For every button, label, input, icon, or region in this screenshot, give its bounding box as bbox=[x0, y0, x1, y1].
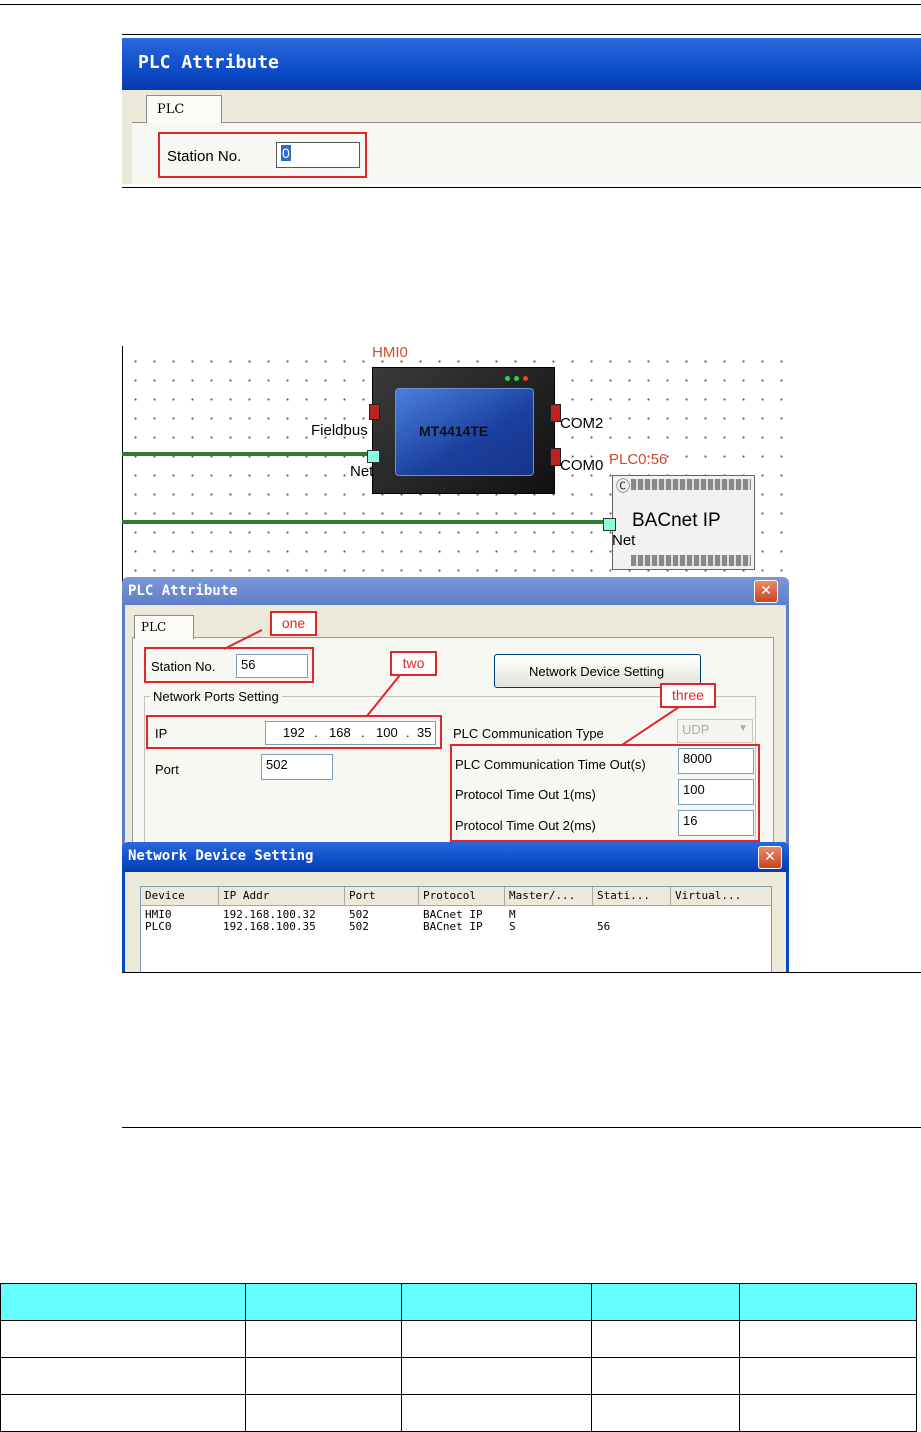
plc-name: PLC0:56 bbox=[609, 451, 668, 468]
callout-two-pointer bbox=[366, 669, 405, 717]
dialog-title: PLC Attribute bbox=[138, 52, 279, 73]
dialog-title: Network Device Setting bbox=[128, 848, 314, 864]
hmi-name: HMI0 bbox=[372, 346, 408, 361]
plc-logo-icon: Ⓒ bbox=[616, 478, 630, 494]
callout-one: one bbox=[270, 611, 317, 636]
list-column-header[interactable]: Stati... bbox=[597, 889, 650, 902]
dialog-titlebar: Network Device Setting bbox=[122, 842, 789, 872]
network-device-dialog: Network Device Setting ✕ Device IP Addr Po… bbox=[122, 842, 789, 972]
list-cell: 502 bbox=[349, 920, 369, 933]
port-net-label: Net bbox=[350, 463, 374, 480]
figure2-bottom-rule bbox=[122, 972, 921, 973]
plc-terminal-strip bbox=[631, 479, 751, 490]
column-divider bbox=[218, 887, 219, 905]
callout-three-pointer bbox=[621, 704, 683, 746]
list-cell: BACnet IP bbox=[423, 920, 483, 933]
plc-net-port-icon[interactable] bbox=[603, 518, 616, 531]
callout-one-pointer bbox=[223, 629, 263, 650]
table-header-row bbox=[0, 1283, 917, 1321]
list-column-header[interactable]: Device bbox=[145, 889, 185, 902]
list-cell: 192.168.100.35 bbox=[223, 920, 316, 933]
station-input[interactable]: 0 bbox=[276, 142, 360, 168]
close-button[interactable]: ✕ bbox=[758, 846, 782, 869]
plc-device[interactable]: Ⓒ BACnet IP bbox=[612, 475, 755, 570]
list-cell: 56 bbox=[597, 920, 611, 933]
callout-two: two bbox=[390, 651, 437, 676]
hmi-device[interactable]: MT4414TE bbox=[372, 367, 555, 494]
port-com0-label: COM0 bbox=[560, 457, 604, 474]
list-column-header[interactable]: IP Addr bbox=[223, 889, 269, 902]
plc-net-label: Net bbox=[612, 532, 636, 549]
column-divider bbox=[344, 887, 345, 905]
net-port-icon[interactable] bbox=[367, 450, 380, 463]
figure2: HMI0 MT4414TE Fieldbus Net COM2 COM0 PLC… bbox=[122, 346, 789, 972]
column-divider bbox=[592, 887, 593, 905]
hmi-led-icon bbox=[514, 376, 519, 381]
column-divider bbox=[418, 887, 419, 905]
data-table bbox=[0, 1283, 917, 1432]
tab-plc[interactable]: PLC bbox=[146, 95, 222, 124]
list-cell: S bbox=[509, 920, 516, 933]
port-fieldbus-label: Fieldbus bbox=[311, 422, 368, 439]
proto1-input[interactable]: 100 bbox=[678, 779, 754, 805]
list-column-header[interactable]: Port bbox=[349, 889, 376, 902]
plc-attribute-dialog-small: PLC Attribute PLC Station No. 0 bbox=[122, 38, 921, 184]
figure1-top-rule bbox=[122, 34, 921, 35]
fieldbus-port-icon[interactable] bbox=[369, 404, 380, 420]
device-list[interactable]: Device IP Addr Port Protocol Master/... Stati… bbox=[140, 886, 772, 972]
table-row bbox=[0, 1320, 917, 1358]
plc-label: BACnet IP bbox=[632, 510, 721, 531]
list-column-header[interactable]: Virtual... bbox=[675, 889, 741, 902]
table-row bbox=[0, 1394, 917, 1432]
list-cell: PLC0 bbox=[145, 920, 172, 933]
plc-terminal-strip bbox=[631, 555, 751, 566]
proto2-label: Protocol Time Out 2(ms) bbox=[455, 818, 596, 833]
top-rule bbox=[0, 4, 921, 5]
hmi-connection-line bbox=[122, 452, 370, 456]
callout-pointers bbox=[223, 629, 683, 746]
hmi-model: MT4414TE bbox=[419, 423, 489, 439]
list-column-header[interactable]: Master/... bbox=[509, 889, 575, 902]
column-divider bbox=[670, 887, 671, 905]
station-label: Station No. bbox=[167, 148, 242, 165]
proto2-input[interactable]: 16 bbox=[678, 810, 754, 836]
hmi-led-icon bbox=[505, 376, 510, 381]
figure1-bottom-rule bbox=[122, 187, 921, 188]
list-column-header[interactable]: Protocol bbox=[423, 889, 476, 902]
plc-connection-line bbox=[122, 520, 604, 524]
column-divider bbox=[504, 887, 505, 905]
section-rule bbox=[122, 1127, 921, 1128]
callout-three: three bbox=[660, 683, 716, 708]
port-com2-label: COM2 bbox=[560, 415, 604, 432]
dialog-titlebar: PLC Attribute bbox=[122, 38, 921, 90]
hmi-led-icon bbox=[523, 376, 528, 381]
hmi-screen: MT4414TE bbox=[395, 388, 534, 476]
proto1-label: Protocol Time Out 1(ms) bbox=[455, 787, 596, 802]
table-row bbox=[0, 1357, 917, 1395]
